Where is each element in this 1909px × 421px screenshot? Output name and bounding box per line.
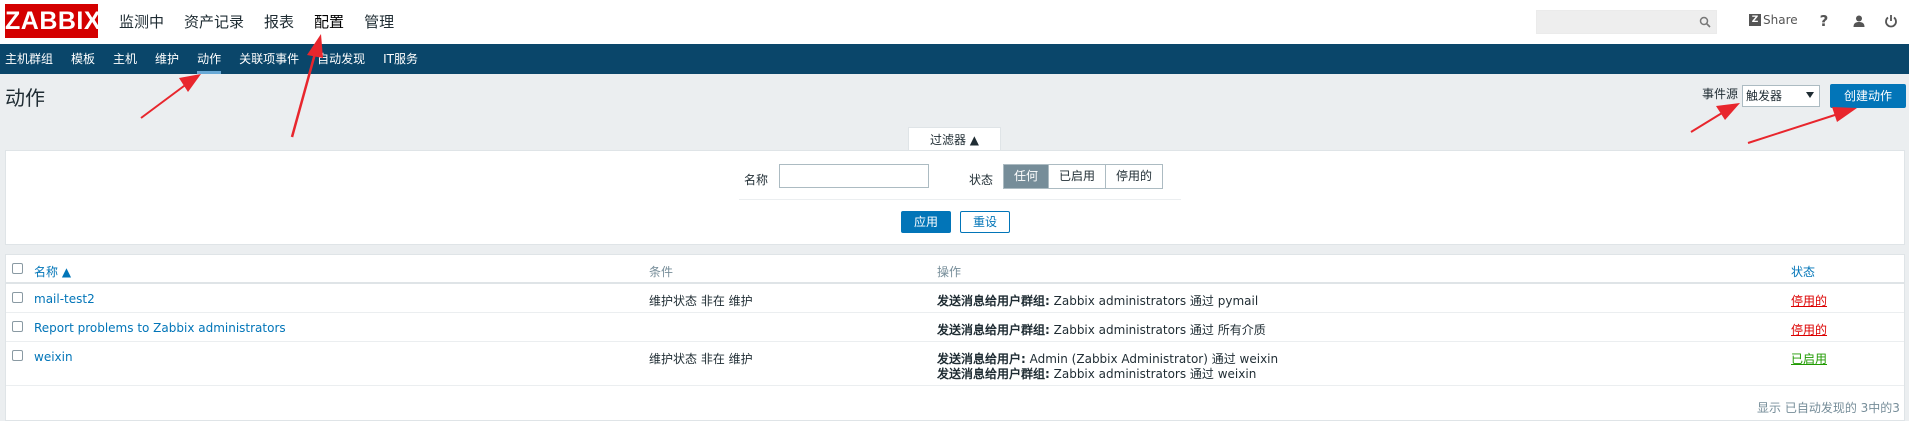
row-checkbox[interactable] xyxy=(12,321,23,332)
submenu-discovery[interactable]: 自动发现 xyxy=(317,44,365,74)
table-row: Report problems to Zabbix administrators… xyxy=(6,313,1904,342)
menu-monitoring[interactable]: 监测中 xyxy=(119,0,164,44)
filter-divider xyxy=(739,199,1181,200)
table-row: weixin 维护状态 非在 维护 发送消息给用户: Admin (Zabbix… xyxy=(6,342,1904,386)
create-action-button[interactable]: 创建动作 xyxy=(1830,84,1906,108)
page-title: 动作 xyxy=(5,86,45,110)
event-source-value: 触发器 xyxy=(1746,89,1783,103)
annotation-arrow xyxy=(1690,103,1740,133)
operation-text: Zabbix administrators 通过 pymail xyxy=(1049,294,1259,308)
operation-label: 发送消息给用户: xyxy=(937,352,1026,366)
table-header: 名称 ▲ 条件 操作 状态 xyxy=(6,255,1904,284)
action-condition: 维护状态 非在 维护 xyxy=(649,294,753,308)
share-link[interactable]: Z Share xyxy=(1749,13,1798,27)
menu-inventory[interactable]: 资产记录 xyxy=(184,0,244,44)
reset-button[interactable]: 重设 xyxy=(960,211,1010,233)
zabbix-logo[interactable]: ZABBIX xyxy=(5,4,101,38)
action-name-link[interactable]: weixin xyxy=(34,350,73,364)
action-condition: 维护状态 非在 维护 xyxy=(649,352,753,366)
search-input[interactable] xyxy=(1536,10,1717,34)
annotation-arrow xyxy=(140,74,201,119)
action-operation: 发送消息给用户群组: Zabbix administrators 通过 所有介质 xyxy=(937,321,1266,338)
action-name-link[interactable]: mail-test2 xyxy=(34,292,95,306)
menu-reports[interactable]: 报表 xyxy=(264,0,294,44)
action-operation: 发送消息给用户群组: Zabbix administrators 通过 weix… xyxy=(937,365,1256,382)
select-all-checkbox[interactable] xyxy=(12,263,23,274)
submenu-hosts[interactable]: 主机 xyxy=(113,44,137,74)
operation-label: 发送消息给用户群组: xyxy=(937,323,1050,337)
column-status-header[interactable]: 状态 xyxy=(1791,263,1815,280)
status-option-disabled[interactable]: 停用的 xyxy=(1106,165,1163,188)
sub-menu-bar: 主机群组 模板 主机 维护 动作 关联项事件 自动发现 IT服务 xyxy=(0,44,1909,74)
filter-status-label: 状态 xyxy=(969,173,994,187)
filter-status-segmented: 任何 已启用 停用的 xyxy=(1003,164,1164,189)
status-badge[interactable]: 停用的 xyxy=(1791,292,1827,309)
operation-text: Admin (Zabbix Administrator) 通过 weixin xyxy=(1025,352,1279,366)
table-row: mail-test2 维护状态 非在 维护 发送消息给用户群组: Zabbix … xyxy=(6,284,1904,313)
main-menu: 监测中 资产记录 报表 配置 管理 xyxy=(119,0,414,44)
status-badge[interactable]: 已启用 xyxy=(1791,350,1827,367)
column-operations-header: 操作 xyxy=(937,265,962,279)
share-label: Share xyxy=(1763,13,1798,27)
submenu-actions[interactable]: 动作 xyxy=(197,44,222,74)
submenu-host-groups[interactable]: 主机群组 xyxy=(5,44,53,74)
top-header: ZABBIX 监测中 资产记录 报表 配置 管理 Z Share ? xyxy=(0,0,1909,44)
column-name-header[interactable]: 名称 ▲ xyxy=(34,263,71,280)
row-checkbox[interactable] xyxy=(12,292,23,303)
sign-out-icon[interactable] xyxy=(1881,11,1901,31)
apply-button[interactable]: 应用 xyxy=(901,211,951,233)
row-checkbox[interactable] xyxy=(12,350,23,361)
action-operation: 发送消息给用户群组: Zabbix administrators 通过 pyma… xyxy=(937,292,1258,309)
chevron-down-icon xyxy=(1806,92,1814,98)
search-icon[interactable] xyxy=(1699,16,1711,28)
action-name-link[interactable]: Report problems to Zabbix administrators xyxy=(34,321,286,335)
event-source-label: 事件源 xyxy=(1702,87,1739,101)
submenu-templates[interactable]: 模板 xyxy=(71,44,95,74)
filter-panel: 名称 状态 任何 已启用 停用的 应用 重设 xyxy=(5,150,1905,245)
status-option-enabled[interactable]: 已启用 xyxy=(1049,165,1107,188)
event-source-select[interactable]: 触发器 xyxy=(1742,85,1820,107)
help-icon[interactable]: ? xyxy=(1814,11,1834,31)
filter-name-input[interactable] xyxy=(779,164,929,188)
status-badge[interactable]: 停用的 xyxy=(1791,321,1827,338)
menu-configuration[interactable]: 配置 xyxy=(314,0,344,44)
filter-name-label: 名称 xyxy=(744,173,769,187)
submenu-maintenance[interactable]: 维护 xyxy=(155,44,179,74)
column-conditions-header: 条件 xyxy=(649,265,674,279)
operation-label: 发送消息给用户群组: xyxy=(937,367,1050,381)
submenu-it-services[interactable]: IT服务 xyxy=(383,44,418,74)
sub-menu: 主机群组 模板 主机 维护 动作 关联项事件 自动发现 IT服务 xyxy=(5,44,436,74)
share-icon: Z xyxy=(1749,14,1761,26)
operation-text: Zabbix administrators 通过 weixin xyxy=(1049,367,1257,381)
status-option-any[interactable]: 任何 xyxy=(1004,165,1050,188)
operation-text: Zabbix administrators 通过 所有介质 xyxy=(1049,323,1266,337)
table-footer: 显示 已自动发现的 3中的3 xyxy=(1757,401,1900,415)
menu-administration[interactable]: 管理 xyxy=(364,0,394,44)
operation-label: 发送消息给用户群组: xyxy=(937,294,1050,308)
annotation-arrow xyxy=(1747,107,1857,144)
filter-tab[interactable]: 过滤器 ▲ xyxy=(908,127,1001,151)
submenu-event-correlation[interactable]: 关联项事件 xyxy=(239,44,299,74)
user-profile-icon[interactable] xyxy=(1849,11,1869,31)
actions-table: 名称 ▲ 条件 操作 状态 mail-test2 维护状态 非在 维护 发送消息… xyxy=(5,254,1905,421)
